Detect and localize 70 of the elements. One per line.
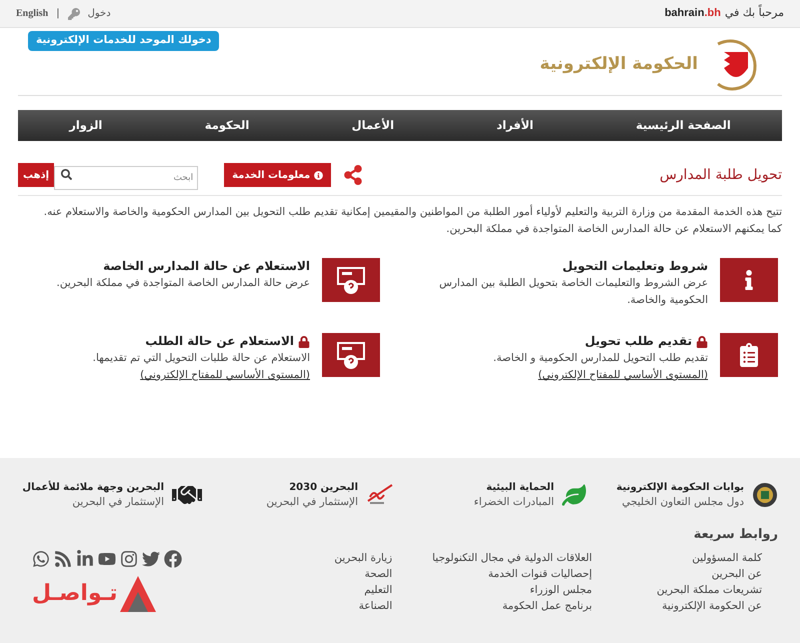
- info-icon: [314, 170, 324, 180]
- portal-title[interactable]: البحرين 2030: [266, 480, 358, 495]
- service-tile[interactable]: [720, 333, 778, 377]
- nav-link[interactable]: الأفراد: [496, 116, 534, 134]
- service-title[interactable]: شروط وتعليمات التحويل: [562, 258, 708, 275]
- footer-link[interactable]: زيارة البحرين: [334, 550, 392, 566]
- service-title[interactable]: الاستعلام عن حالة الطلب: [145, 333, 294, 350]
- page-title: تحويل طلبة المدارس: [660, 166, 782, 184]
- quick-links-heading: روابط سريعة: [692, 526, 779, 544]
- service-tile[interactable]: [720, 258, 778, 302]
- service-info-button[interactable]: معلومات الخدمة: [224, 163, 332, 187]
- leaf-icon: [562, 483, 586, 508]
- footer-link[interactable]: كلمة المسؤولين: [632, 550, 762, 566]
- footer-link[interactable]: تشريعات مملكة البحرين: [632, 582, 762, 598]
- emblem-icon: [752, 482, 778, 508]
- service-description: عرض حالة المدارس الخاصة المتواجدة في مملكة البحرين.: [56, 276, 310, 291]
- portal-subtitle: الإستثمار في البحرين: [266, 495, 358, 510]
- description-text: كما يمكنهم الاستعلام عن حالة المدارس الخاصة المتواجدة في مملكة البحرين.: [445, 222, 782, 237]
- login-link[interactable]: دخول: [88, 6, 111, 21]
- portal-title[interactable]: البحرين وجهة ملائمة للأعمال: [22, 480, 164, 495]
- clipboard-icon: [737, 343, 761, 367]
- whatsapp-icon[interactable]: [32, 550, 50, 568]
- footer-link[interactable]: التعليم: [334, 582, 392, 598]
- key-level-link[interactable]: (المستوى الأساسي للمفتاح الإلكتروني): [140, 369, 310, 381]
- footer-link[interactable]: الصناعة: [334, 598, 392, 614]
- portal-title[interactable]: بوابات الحكومة الإلكترونية: [616, 480, 744, 495]
- nav-link[interactable]: الصفحة الرئيسية: [636, 116, 731, 134]
- tawasul-logo-text: تـواصـل: [32, 583, 118, 606]
- description-text: تتيح هذه الخدمة المقدمة من وزارة التربية والتعليم لأولياء أمور الطلبة من المواطنين والمقيمين إمكانية تقديم طلب التحويل بين المدارس الحكومية والخاصة والاستعلام عنه.: [42, 204, 782, 220]
- nav-link[interactable]: الأعمال: [352, 116, 394, 134]
- facebook-icon[interactable]: [164, 550, 182, 568]
- key-level-link[interactable]: (المستوى الأساسي للمفتاح الإلكتروني): [538, 369, 708, 381]
- service-description: الاستعلام عن حالة طلبات التحويل التي تم تقديمها. (المستوى الأساسي للمفتاح الإلكتروني): [92, 351, 310, 383]
- welcome-text: مرحباً بك في: [724, 5, 784, 22]
- nav-link[interactable]: الزوار: [69, 116, 102, 134]
- share-icon[interactable]: [343, 165, 364, 185]
- service-title[interactable]: الاستعلام عن حالة المدارس الخاصة: [103, 258, 310, 275]
- service-tile[interactable]: [322, 333, 380, 377]
- footer-link[interactable]: إحصاليات قنوات الخدمة: [432, 566, 592, 582]
- tawasul-logo-icon: [118, 574, 158, 614]
- footer-link[interactable]: برنامج عمل الحكومة: [432, 598, 592, 614]
- search-field[interactable]: ابحث: [54, 166, 198, 190]
- login-tooltip: دخولك الموحد للخدمات الإلكترونية: [28, 31, 220, 51]
- portal-subtitle: الإستثمار في البحرين: [71, 495, 164, 510]
- service-title[interactable]: تقديم طلب تحويل: [584, 333, 692, 350]
- go-button[interactable]: إذهب: [18, 163, 54, 187]
- footer-link[interactable]: عن الحكومة الإلكترونية: [632, 598, 762, 614]
- linkedin-icon[interactable]: [76, 550, 94, 568]
- instagram-icon[interactable]: [120, 550, 138, 568]
- footer-link[interactable]: عن البحرين: [632, 566, 762, 582]
- logo-title: الحكومة الإلكترونية: [540, 53, 698, 76]
- twitter-icon[interactable]: [142, 550, 160, 568]
- service-tile[interactable]: [322, 258, 380, 302]
- service-description: عرض الشروط والتعليمات الخاصة بتحويل الطلبة بين المدارس الحكومية والخاصة.: [438, 276, 708, 308]
- footer-link[interactable]: الصحة: [334, 566, 392, 582]
- site-name[interactable]: bahrain.bh: [664, 5, 721, 22]
- screen-question-icon: [336, 340, 366, 370]
- portal-subtitle: دول مجلس التعاون الخليجي: [620, 495, 744, 510]
- rss-icon[interactable]: [54, 550, 72, 568]
- portal-title[interactable]: الحماية البيئية: [474, 480, 554, 495]
- screen-question-icon: [336, 265, 366, 295]
- key-icon: [68, 8, 80, 20]
- nav-link[interactable]: الحكومة: [204, 116, 250, 134]
- portal-subtitle: المبادرات الخضراء: [474, 495, 554, 510]
- footer-link[interactable]: مجلس الوزراء: [432, 582, 592, 598]
- search-icon: [61, 169, 72, 180]
- language-link[interactable]: English: [16, 6, 48, 21]
- separator-text: |: [56, 7, 60, 21]
- footer-link[interactable]: العلاقات الدولية في مجال التكنولوجيا: [432, 550, 592, 566]
- service-description: تقديم طلب التحويل للمدارس الحكومية و الخاصة. (المستوى الأساسي للمفتاح الإلكتروني): [492, 351, 708, 383]
